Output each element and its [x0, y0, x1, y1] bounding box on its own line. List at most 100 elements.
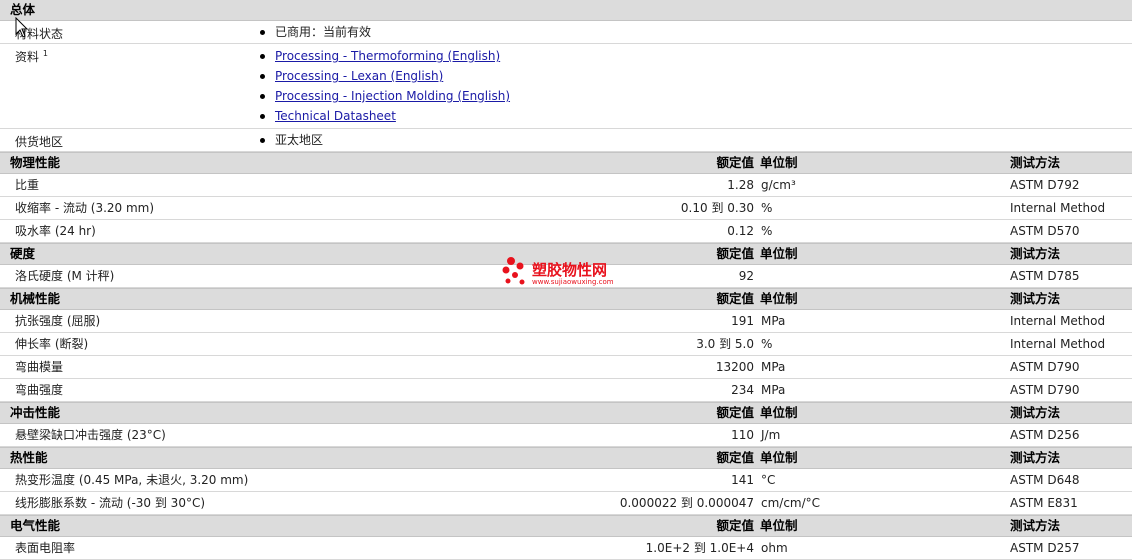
column-header-method: 测试方法	[1010, 405, 1061, 420]
doc-link-technical-datasheet[interactable]: Technical Datasheet	[275, 109, 396, 123]
watermark-logo: 塑胶物性网 www.sujiaowuxing.com	[500, 254, 640, 290]
bullet-icon	[260, 30, 265, 35]
column-header-unit: 单位制	[760, 518, 798, 533]
test-method: ASTM D256	[1010, 428, 1080, 442]
column-header-unit: 单位制	[760, 246, 798, 261]
doc-link-injection-molding[interactable]: Processing - Injection Molding (English)	[275, 89, 510, 103]
region-label: 供货地区	[15, 135, 64, 149]
table-row: 抗张强度 (屈服) 191 MPa Internal Method	[0, 310, 1132, 333]
section-title: 冲击性能	[10, 405, 61, 420]
dots-logo-icon	[502, 257, 525, 285]
column-header-method: 测试方法	[1010, 155, 1061, 170]
section-header: 热性能 额定值 单位制 测试方法	[0, 447, 1132, 469]
column-header-unit: 单位制	[760, 291, 798, 306]
column-header-method: 测试方法	[1010, 246, 1061, 261]
list-item: Technical Datasheet	[258, 106, 1132, 126]
property-label: 收缩率 - 流动 (3.20 mm)	[15, 201, 155, 215]
table-row: 伸长率 (断裂) 3.0 到 5.0% Internal Method	[0, 333, 1132, 356]
column-header-value: 额定值	[716, 246, 754, 261]
property-label: 表面电阻率	[15, 541, 76, 555]
table-row: 弯曲模量 13200 MPa ASTM D790	[0, 356, 1132, 379]
property-label: 弯曲强度	[15, 383, 64, 397]
list-item: 亚太地区	[258, 130, 1132, 150]
status-row: 材料状态 已商用：当前有效	[0, 21, 1132, 44]
doc-link-lexan[interactable]: Processing - Lexan (English)	[275, 69, 443, 83]
test-method: ASTM D785	[1010, 269, 1080, 283]
property-label: 悬壁梁缺口冲击强度 (23°C)	[15, 428, 166, 442]
property-value: 3.0 到 5.0	[696, 337, 754, 351]
property-unit: J/m	[761, 428, 781, 442]
mouse-cursor-icon	[15, 17, 29, 38]
test-method: ASTM E831	[1010, 496, 1078, 510]
property-unit: MPa	[761, 360, 786, 374]
property-value: 0.10 到 0.30	[680, 201, 754, 215]
test-method: ASTM D790	[1010, 360, 1080, 374]
property-label: 伸长率 (断裂)	[15, 337, 89, 351]
property-unit: g/cm³	[761, 178, 796, 192]
property-value: 191	[731, 314, 754, 328]
section-title: 物理性能	[10, 155, 61, 170]
list-item: Processing - Lexan (English)	[258, 66, 1132, 86]
table-row: 线形膨胀系数 - 流动 (-30 到 30°C) 0.000022 到 0.000…	[0, 492, 1132, 515]
section-header: 机械性能 额定值 单位制 测试方法	[0, 288, 1132, 310]
property-label: 吸水率 (24 hr)	[15, 224, 96, 238]
section-title: 机械性能	[10, 291, 61, 306]
property-unit: %	[761, 224, 773, 238]
property-unit: MPa	[761, 314, 786, 328]
column-header-unit: 单位制	[760, 450, 798, 465]
property-value: 0.000022 到 0.000047	[619, 496, 754, 510]
property-unit: cm/cm/°C	[761, 496, 821, 510]
region-value: 亚太地区	[275, 133, 324, 147]
property-unit: %	[761, 201, 773, 215]
table-row: 表面电阻率 1.0E+2 到 1.0E+4 ohm ASTM D257	[0, 537, 1132, 560]
list-item: Processing - Thermoforming (English)	[258, 46, 1132, 66]
table-row: 吸水率 (24 hr) 0.12% ASTM D570	[0, 220, 1132, 243]
test-method: Internal Method	[1010, 314, 1106, 328]
test-method: ASTM D792	[1010, 178, 1080, 192]
table-row: 比重 1.28 g/cm³ ASTM D792	[0, 174, 1132, 197]
bullet-icon	[260, 138, 265, 143]
property-value: 1.28	[727, 178, 754, 192]
column-header-value: 额定值	[716, 450, 754, 465]
property-unit: °C	[761, 473, 776, 487]
bullet-icon	[260, 54, 265, 59]
section-header-general: 总体	[0, 0, 1132, 21]
property-value: 141	[731, 473, 754, 487]
column-header-method: 测试方法	[1010, 291, 1061, 306]
table-row: 悬壁梁缺口冲击强度 (23°C) 110 J/m ASTM D256	[0, 424, 1132, 447]
test-method: Internal Method	[1010, 201, 1106, 215]
property-label: 热变形温度 (0.45 MPa, 未退火, 3.20 mm)	[15, 473, 249, 487]
list-item: Processing - Injection Molding (English)	[258, 86, 1132, 106]
watermark-text: 塑胶物性网	[532, 261, 608, 279]
property-label: 弯曲模量	[15, 360, 64, 374]
property-value: 92	[738, 269, 754, 283]
column-header-value: 额定值	[716, 405, 754, 420]
property-label: 抗张强度 (屈服)	[15, 314, 101, 328]
column-header-method: 测试方法	[1010, 518, 1061, 533]
section-header: 电气性能 额定值 单位制 测试方法	[0, 515, 1132, 537]
test-method: ASTM D257	[1010, 541, 1080, 555]
property-unit: %	[761, 337, 773, 351]
property-value: 110	[731, 428, 754, 442]
section-title: 硬度	[10, 246, 36, 261]
property-unit: ohm	[761, 541, 788, 555]
property-unit: MPa	[761, 383, 786, 397]
property-value: 1.0E+2 到 1.0E+4	[645, 541, 754, 555]
watermark-url: www.sujiaowuxing.com	[532, 278, 614, 286]
table-row: 收缩率 - 流动 (3.20 mm) 0.10 到 0.30% Internal M…	[0, 197, 1132, 220]
bullet-icon	[260, 94, 265, 99]
test-method: ASTM D790	[1010, 383, 1080, 397]
section-title: 热性能	[10, 450, 48, 465]
column-header-unit: 单位制	[760, 155, 798, 170]
docs-label: 资料 1	[15, 49, 48, 64]
bullet-icon	[260, 74, 265, 79]
property-label: 比重	[15, 178, 40, 192]
property-label: 线形膨胀系数 - 流动 (-30 到 30°C)	[15, 496, 206, 510]
table-row: 热变形温度 (0.45 MPa, 未退火, 3.20 mm) 141 °C ASTM …	[0, 469, 1132, 492]
test-method: ASTM D570	[1010, 224, 1080, 238]
test-method: Internal Method	[1010, 337, 1106, 351]
column-header-value: 额定值	[716, 518, 754, 533]
doc-link-thermoforming[interactable]: Processing - Thermoforming (English)	[275, 49, 500, 63]
section-title: 电气性能	[10, 518, 61, 533]
property-value: 234	[731, 383, 754, 397]
